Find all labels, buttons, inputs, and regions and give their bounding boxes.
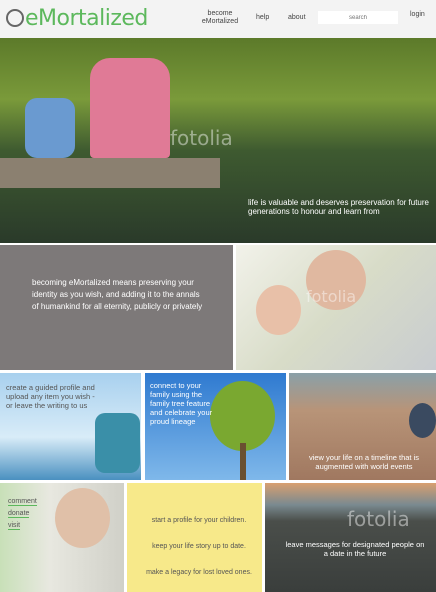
donate-link[interactable]: donate <box>8 510 30 518</box>
tile-profiles: start a profile for your children. keep … <box>127 483 262 592</box>
watermark: fotolia <box>347 507 410 531</box>
boy-figure <box>25 98 75 158</box>
logo-text: eMortalized <box>25 6 148 31</box>
man-figure <box>95 413 140 473</box>
intro-text: becoming eMortalized means preserving yo… <box>32 278 203 311</box>
woman-face <box>55 488 110 548</box>
tile-text: create a guided profile and upload any i… <box>6 383 95 410</box>
legacy-link[interactable]: make a legacy for lost loved ones. <box>139 560 259 586</box>
life-story-link[interactable]: keep your life story up to date. <box>139 534 259 560</box>
pocket-watch-image <box>409 403 436 438</box>
intro-panel: becoming eMortalized means preserving yo… <box>0 245 233 370</box>
tile-text: leave messages for designated people on … <box>285 540 425 558</box>
watermark: fotolia <box>306 287 357 306</box>
tile-family[interactable]: connect to your family using the family … <box>145 373 286 480</box>
comment-link[interactable]: comment <box>8 498 37 506</box>
logo[interactable]: eMortalized <box>6 6 148 31</box>
visit-link[interactable]: visit <box>8 522 21 530</box>
watermark: fotolia <box>170 126 233 150</box>
nav-become[interactable]: become eMortalized <box>200 10 240 26</box>
profile-children-link[interactable]: start a profile for your children. <box>139 508 259 534</box>
tree-logo-icon <box>6 9 24 27</box>
tile-timeline[interactable]: view your life on a timeline that is aug… <box>289 373 436 480</box>
grandfather-figure <box>90 58 170 158</box>
nav-help[interactable]: help <box>256 14 269 22</box>
tile-actions: comment donate visit <box>0 483 124 592</box>
nav-about[interactable]: about <box>288 14 306 22</box>
hero-caption: life is valuable and deserves preservati… <box>248 198 429 216</box>
face <box>256 285 301 335</box>
tile-text: view your life on a timeline that is aug… <box>308 453 420 471</box>
tile-text: connect to your family using the family … <box>150 381 213 426</box>
search-input[interactable] <box>318 11 398 24</box>
tile-messages[interactable]: fotolia leave messages for designated pe… <box>265 483 436 592</box>
tile-guided[interactable]: create a guided profile and upload any i… <box>0 373 141 480</box>
tree-trunk <box>240 443 246 480</box>
login-button[interactable]: login <box>410 11 425 18</box>
dock <box>0 158 220 188</box>
hero-image: fotolia life is valuable and deserves pr… <box>0 38 436 243</box>
grandparent-child-image: fotolia <box>236 245 436 370</box>
